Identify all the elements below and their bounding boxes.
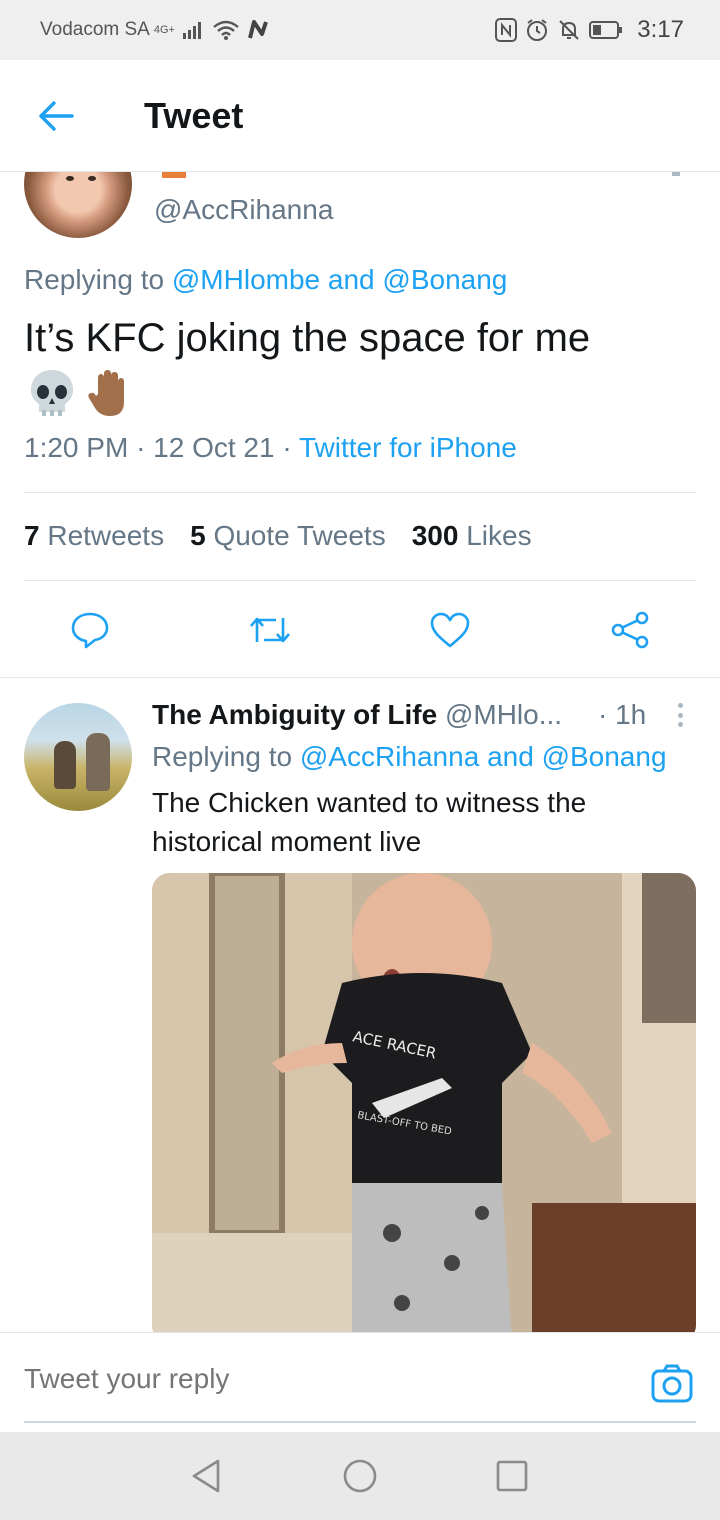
display-name[interactable]: The Ambiguity of Life (152, 699, 437, 730)
clock-time: 3:17 (637, 16, 684, 43)
tweet-stats: 7 Retweets 5 Quote Tweets 300 Likes (24, 520, 532, 552)
reply-author: The Ambiguity of Life @MHlo... (152, 699, 562, 731)
tweet-actions (0, 602, 720, 658)
heart-icon (430, 612, 470, 648)
avatar[interactable] (24, 172, 132, 238)
arrow-left-icon (39, 100, 74, 131)
reply-input[interactable] (24, 1363, 584, 1395)
tweet-media-gif[interactable]: ACE RACER BLAST-OFF TO BED (152, 873, 696, 1332)
like-button[interactable] (422, 602, 478, 658)
replying-to-label: Replying to (152, 741, 293, 772)
reply-time: · 1h (598, 699, 647, 730)
mention-and: and (487, 741, 534, 772)
tweet-text: It’s KFC joking the space for me (24, 316, 591, 360)
camera-button[interactable] (650, 1363, 694, 1405)
share-icon (611, 611, 649, 649)
divider (24, 492, 696, 493)
top-app-bar: Tweet (0, 60, 720, 172)
reply-icon (71, 612, 109, 649)
tweet-menu-caret-icon[interactable] (672, 172, 680, 176)
skull-icon (31, 370, 73, 416)
reply-button[interactable] (62, 602, 118, 658)
gif-image: ACE RACER BLAST-OFF TO BED (152, 873, 696, 1332)
status-bar: Vodacom SA 4G+ 3:17 (0, 0, 720, 60)
mention-link[interactable]: @MHlombe (172, 264, 320, 295)
mention-and: and (327, 264, 375, 295)
mention-link[interactable]: @Bonang (542, 741, 667, 772)
camera-icon (651, 1364, 693, 1403)
mute-icon (557, 18, 581, 42)
carrier-label: Vodacom SA (40, 19, 150, 40)
retweet-button[interactable] (242, 602, 298, 658)
replying-to: Replying to @AccRihanna and @Bonang (152, 741, 667, 773)
replying-to-label: Replying to (24, 264, 165, 295)
mention-link[interactable]: @AccRihanna (300, 741, 479, 772)
likes-stat[interactable]: 300 Likes (412, 520, 532, 552)
circle-home-icon (343, 1459, 377, 1493)
divider (24, 580, 696, 581)
nav-recents-button[interactable] (492, 1456, 532, 1496)
user-handle[interactable]: @AccRihanna (154, 194, 333, 226)
retweets-stat[interactable]: 7 Retweets (24, 520, 164, 552)
tweet-time: 1:20 PM (24, 432, 129, 463)
signal-icon (182, 21, 205, 39)
tweet-source-link[interactable]: Twitter for iPhone (299, 432, 517, 463)
user-handle[interactable]: @MHlo... (445, 699, 562, 730)
nav-back-button[interactable] (186, 1456, 226, 1496)
reply-tweet[interactable]: The Ambiguity of Life @MHlo... · 1h Repl… (0, 679, 720, 1332)
tweet-emoji (28, 368, 134, 420)
system-navigation-bar (0, 1432, 720, 1520)
more-vertical-icon (677, 703, 683, 708)
battery-icon (589, 20, 623, 40)
back-button[interactable] (0, 60, 112, 172)
main-tweet: @AccRihanna Replying to @MHlombe and @Bo… (0, 172, 720, 678)
retweet-icon (250, 617, 290, 643)
display-name-fragment (162, 172, 186, 178)
alarm-icon (525, 18, 549, 42)
tweet-timestamp: 1:20 PM · 12 Oct 21 · Twitter for iPhone (24, 432, 517, 463)
share-button[interactable] (602, 602, 658, 658)
square-recents-icon (496, 1460, 528, 1492)
more-options-button[interactable] (668, 697, 692, 733)
raised-hand-icon (88, 370, 124, 416)
reply-composer (0, 1332, 720, 1432)
nav-home-button[interactable] (340, 1456, 380, 1496)
mention-link[interactable]: @Bonang (382, 264, 507, 295)
wifi-icon (213, 20, 239, 40)
input-underline (24, 1421, 696, 1423)
n-app-icon (247, 20, 269, 40)
nfc-icon (495, 18, 518, 42)
avatar[interactable] (24, 703, 132, 811)
tweet-text: The Chicken wanted to witness the histor… (152, 787, 587, 857)
triangle-back-icon (192, 1459, 220, 1493)
network-type-label: 4G+ (153, 24, 175, 36)
page-title: Tweet (144, 94, 244, 136)
tweet-date: 12 Oct 21 (153, 432, 275, 463)
quote-tweets-stat[interactable]: 5 Quote Tweets (190, 520, 386, 552)
replying-to: Replying to @MHlombe and @Bonang (24, 264, 507, 296)
